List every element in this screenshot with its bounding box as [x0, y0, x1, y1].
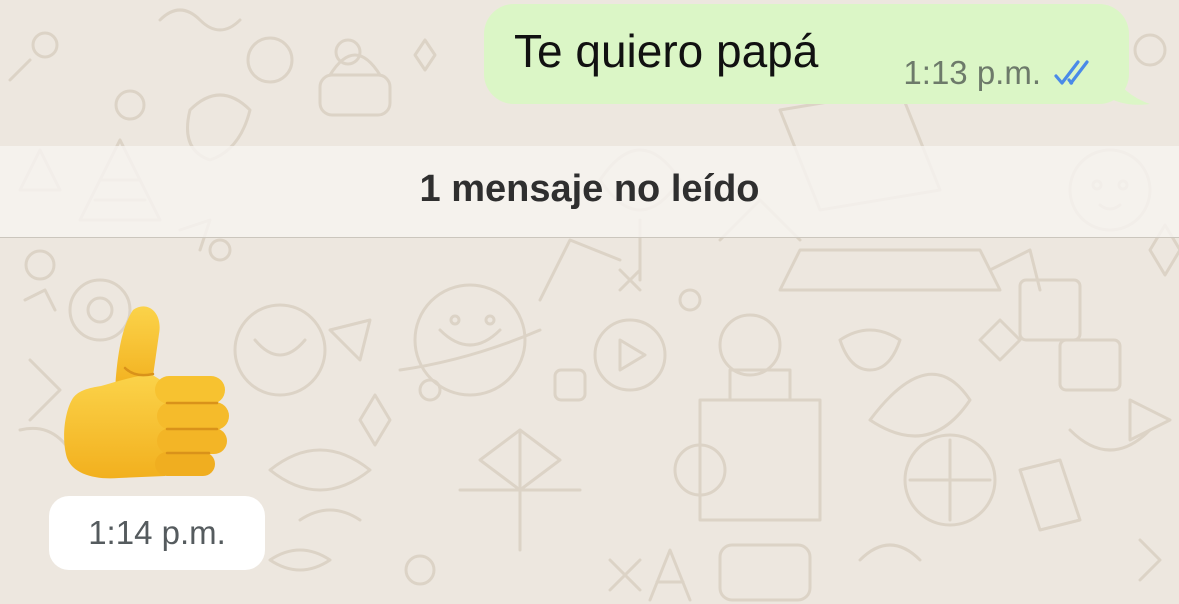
message-text: Te quiero papá	[514, 25, 819, 77]
message-time: 1:14 p.m.	[88, 514, 226, 551]
unread-divider-label: 1 mensaje no leído	[419, 168, 760, 210]
outgoing-message-bubble[interactable]: Te quiero papá 1:13 p.m.	[484, 4, 1129, 104]
message-meta: 1:13 p.m.	[903, 54, 1099, 92]
message-time: 1:13 p.m.	[903, 54, 1041, 91]
thumbs-up-emoji-icon[interactable]	[55, 298, 235, 488]
incoming-message-time-chip: 1:14 p.m.	[49, 496, 265, 570]
double-check-read-icon	[1054, 60, 1089, 85]
unread-messages-divider: 1 mensaje no leído	[0, 146, 1179, 238]
